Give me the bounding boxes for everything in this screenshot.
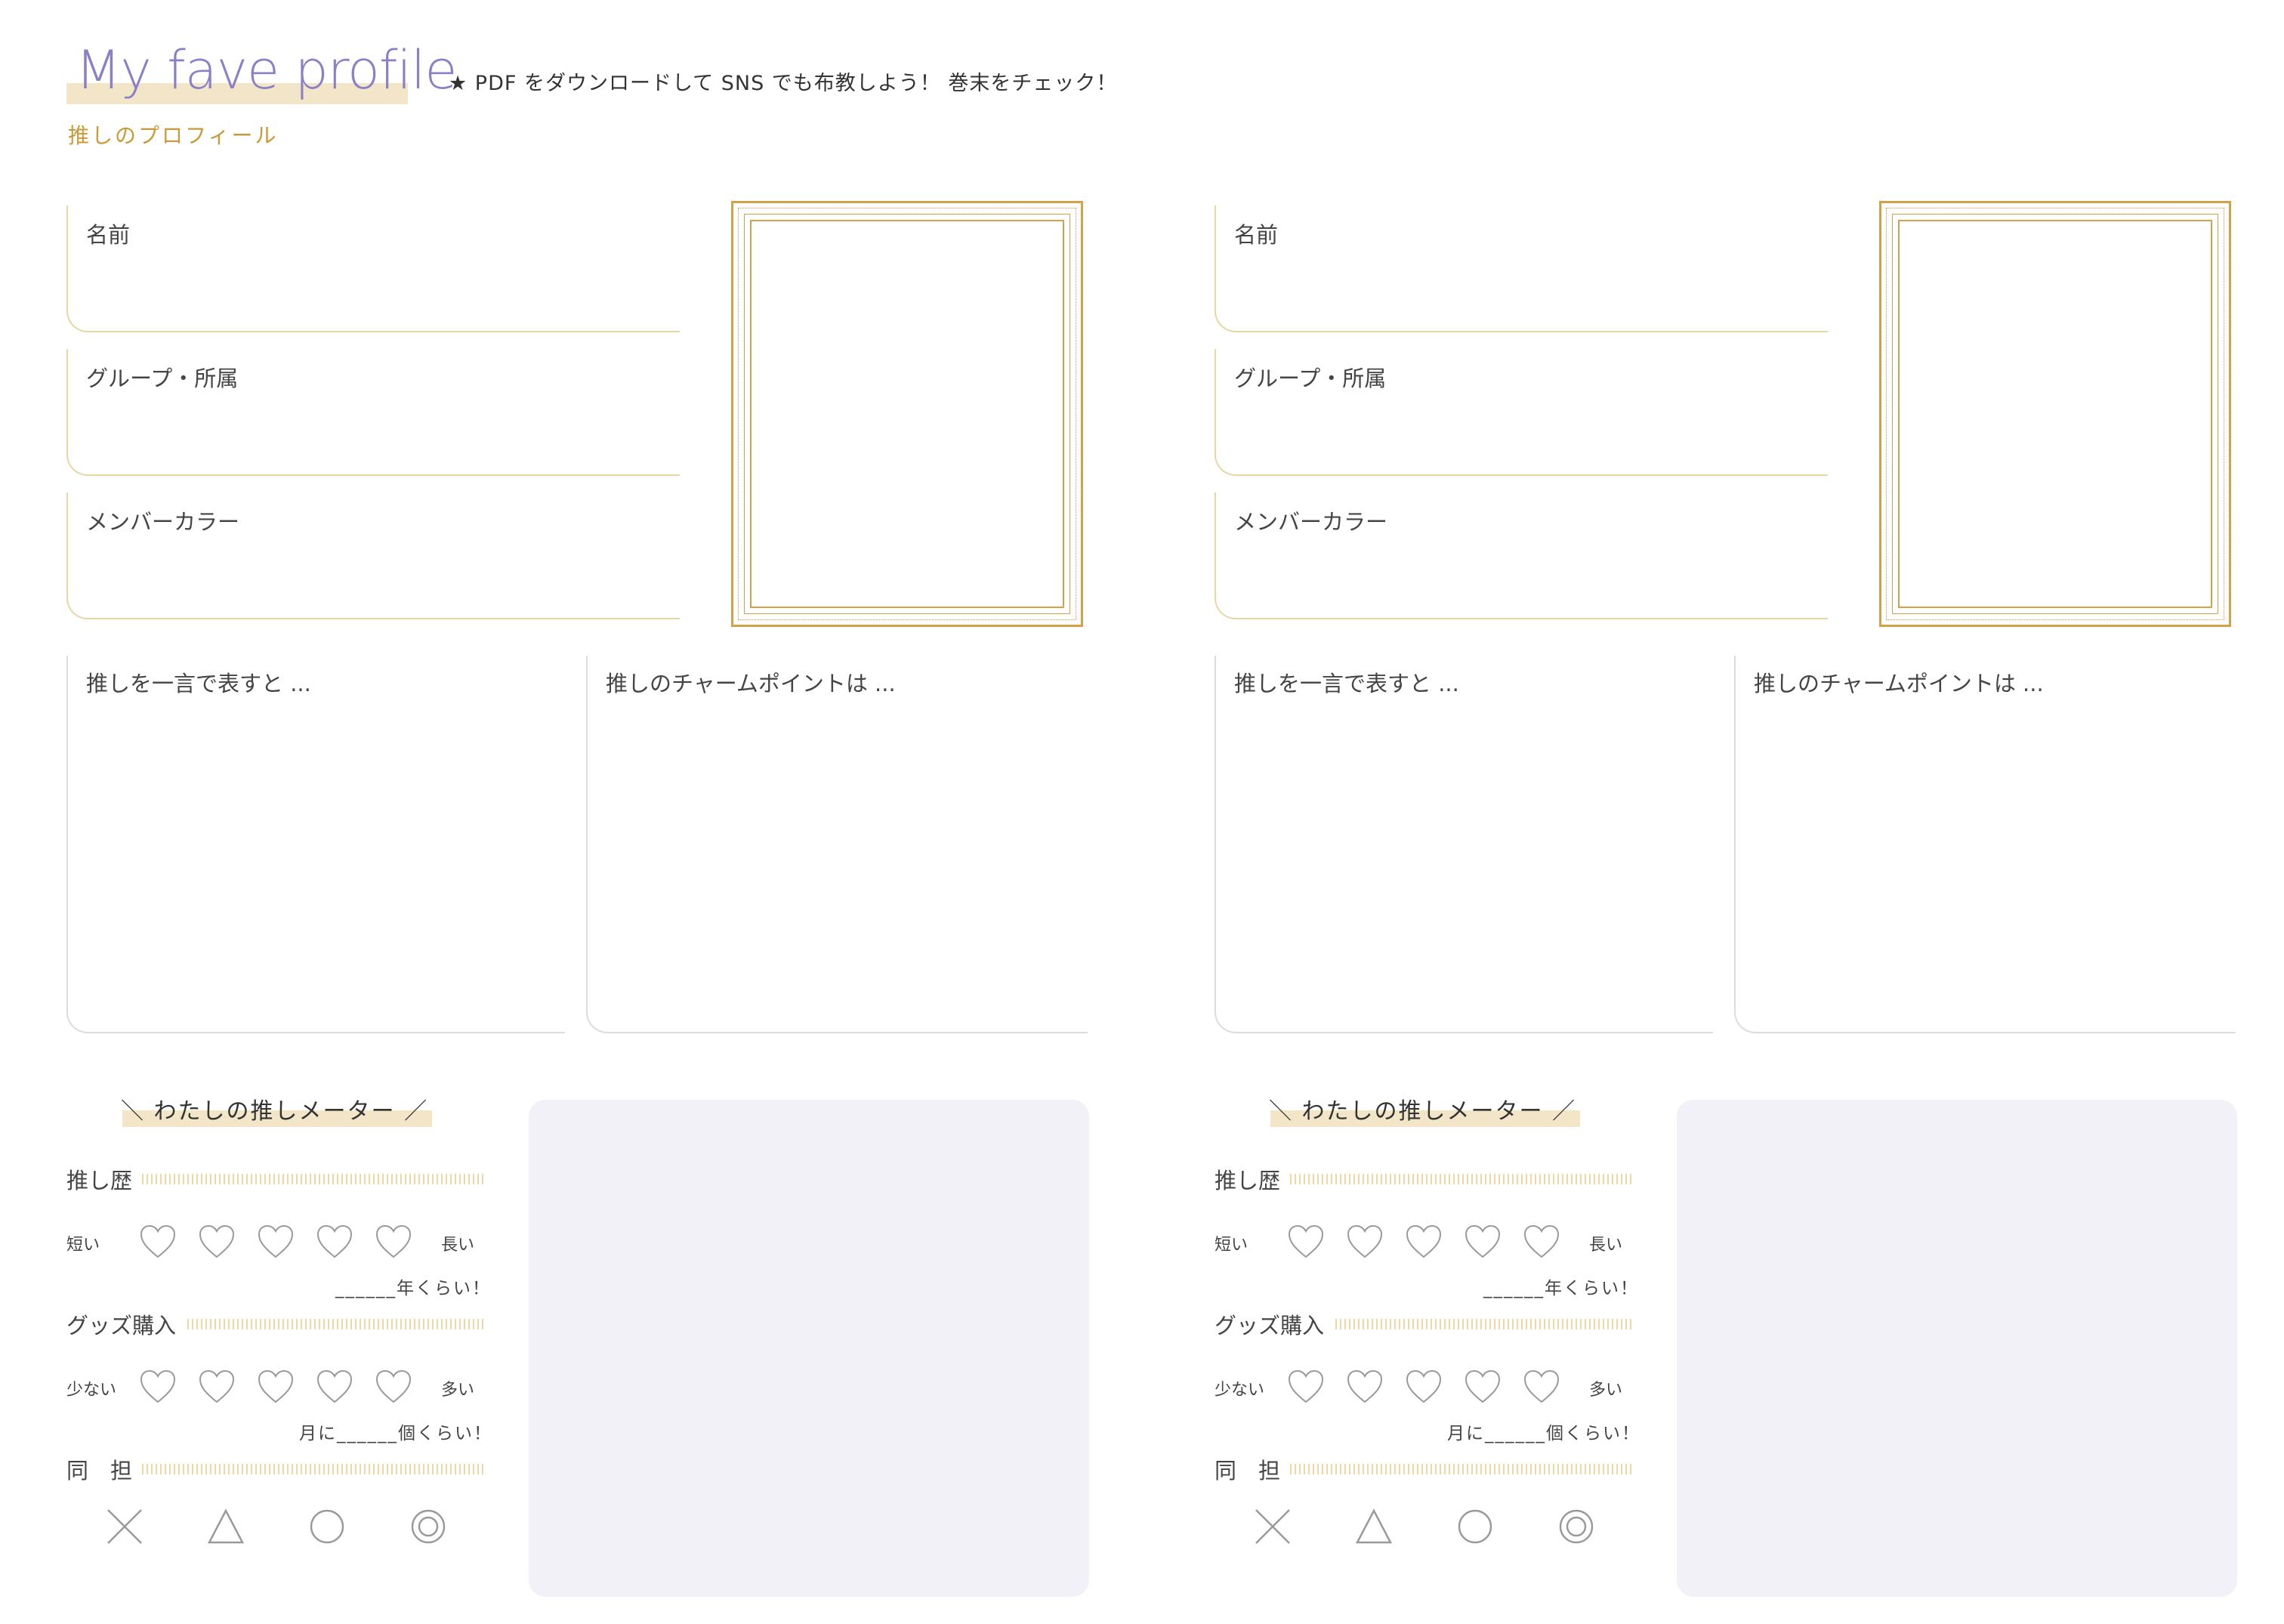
profile-panel-left: 名前 グループ・所属 メンバーカラー 推しを一言で表すと ... 推しのチャーム… <box>66 0 1154 1624</box>
history-heart-icon[interactable] <box>1287 1224 1325 1260</box>
history-low-label: 短い <box>1215 1236 1248 1255</box>
group-field[interactable]: グループ・所属 <box>1215 349 1828 476</box>
cross-icon[interactable] <box>1252 1506 1293 1547</box>
same-tan-label: 同 担 <box>66 1458 133 1484</box>
goods-label: グッズ購入 <box>66 1313 177 1338</box>
history-heart-icon[interactable] <box>1464 1224 1502 1260</box>
meter-title: ＼ わたしの推しメーター ／ <box>1269 1098 1577 1125</box>
charm-point-box[interactable]: 推しのチャームポイントは ... <box>1734 656 2236 1033</box>
photo-frame[interactable] <box>1879 201 2231 627</box>
goods-high-label: 多い <box>441 1381 475 1400</box>
group-label: グループ・所属 <box>86 366 239 391</box>
name-field[interactable]: 名前 <box>66 205 680 332</box>
member-color-label: メンバーカラー <box>1234 509 1388 535</box>
history-heart-icon[interactable] <box>375 1224 412 1260</box>
group-label: グループ・所属 <box>1234 366 1387 391</box>
goods-heart-icon[interactable] <box>1287 1369 1325 1405</box>
history-high-label: 長い <box>441 1236 475 1255</box>
one-word-box[interactable]: 推しを一言で表すと ... <box>1215 656 1713 1033</box>
double-circle-icon[interactable] <box>408 1506 449 1547</box>
dotted-line <box>1290 1174 1634 1184</box>
dotted-line <box>1290 1464 1634 1474</box>
goods-heart-icon[interactable] <box>1464 1369 1502 1405</box>
history-label: 推し歴 <box>1215 1168 1281 1193</box>
goods-heart-icon[interactable] <box>198 1369 236 1405</box>
goods-label: グッズ購入 <box>1215 1313 1325 1338</box>
same-tan-label: 同 担 <box>1215 1458 1281 1484</box>
history-heart-icon[interactable] <box>316 1224 353 1260</box>
charm-point-box[interactable]: 推しのチャームポイントは ... <box>586 656 1088 1033</box>
triangle-icon[interactable] <box>205 1506 246 1547</box>
history-heart-icon[interactable] <box>139 1224 177 1260</box>
page-title: My fave profile <box>76 39 457 101</box>
goods-note: 月に______個くらい！ <box>1447 1424 1640 1443</box>
goods-heart-icon[interactable] <box>1523 1369 1560 1405</box>
free-space-box[interactable] <box>529 1100 1089 1597</box>
history-heart-icon[interactable] <box>198 1224 236 1260</box>
name-field[interactable]: 名前 <box>1215 205 1828 332</box>
one-word-box[interactable]: 推しを一言で表すと ... <box>66 656 565 1033</box>
photo-frame[interactable] <box>731 201 1083 627</box>
goods-heart-icon[interactable] <box>139 1369 177 1405</box>
group-field[interactable]: グループ・所属 <box>66 349 680 476</box>
goods-note: 月に______個くらい！ <box>299 1424 492 1443</box>
double-circle-icon[interactable] <box>1556 1506 1597 1547</box>
history-low-label: 短い <box>66 1236 100 1255</box>
profile-panel-right: 名前 グループ・所属 メンバーカラー 推しを一言で表すと ... 推しのチャーム… <box>1215 0 2284 1624</box>
charm-point-label: 推しのチャームポイントは ... <box>1754 671 2044 696</box>
goods-high-label: 多い <box>1589 1381 1623 1400</box>
member-color-label: メンバーカラー <box>86 509 240 535</box>
history-heart-icon[interactable] <box>1405 1224 1443 1260</box>
goods-low-label: 少ない <box>1215 1381 1265 1400</box>
goods-heart-icon[interactable] <box>1346 1369 1384 1405</box>
name-label: 名前 <box>1234 222 1279 248</box>
dotted-line <box>142 1174 486 1184</box>
history-label: 推し歴 <box>66 1168 133 1193</box>
history-note: ______年くらい！ <box>335 1279 491 1298</box>
member-color-field[interactable]: メンバーカラー <box>1215 492 1828 619</box>
name-label: 名前 <box>86 222 131 248</box>
free-space-box[interactable] <box>1677 1100 2237 1597</box>
goods-low-label: 少ない <box>66 1381 117 1400</box>
charm-point-label: 推しのチャームポイントは ... <box>606 671 896 696</box>
history-heart-icon[interactable] <box>257 1224 295 1260</box>
history-high-label: 長い <box>1589 1236 1623 1255</box>
cross-icon[interactable] <box>104 1506 145 1547</box>
circle-icon[interactable] <box>1455 1506 1495 1547</box>
circle-icon[interactable] <box>307 1506 347 1547</box>
history-note: ______年くらい！ <box>1483 1279 1639 1298</box>
meter-title: ＼ わたしの推しメーター ／ <box>121 1098 429 1125</box>
goods-heart-icon[interactable] <box>375 1369 412 1405</box>
one-word-label: 推しを一言で表すと ... <box>86 671 311 696</box>
one-word-label: 推しを一言で表すと ... <box>1234 671 1459 696</box>
goods-heart-icon[interactable] <box>316 1369 353 1405</box>
history-heart-icon[interactable] <box>1523 1224 1560 1260</box>
dotted-line <box>1335 1319 1634 1329</box>
dotted-line <box>187 1319 486 1329</box>
triangle-icon[interactable] <box>1353 1506 1394 1547</box>
goods-heart-icon[interactable] <box>1405 1369 1443 1405</box>
dotted-line <box>142 1464 486 1474</box>
member-color-field[interactable]: メンバーカラー <box>66 492 680 619</box>
history-heart-icon[interactable] <box>1346 1224 1384 1260</box>
goods-heart-icon[interactable] <box>257 1369 295 1405</box>
